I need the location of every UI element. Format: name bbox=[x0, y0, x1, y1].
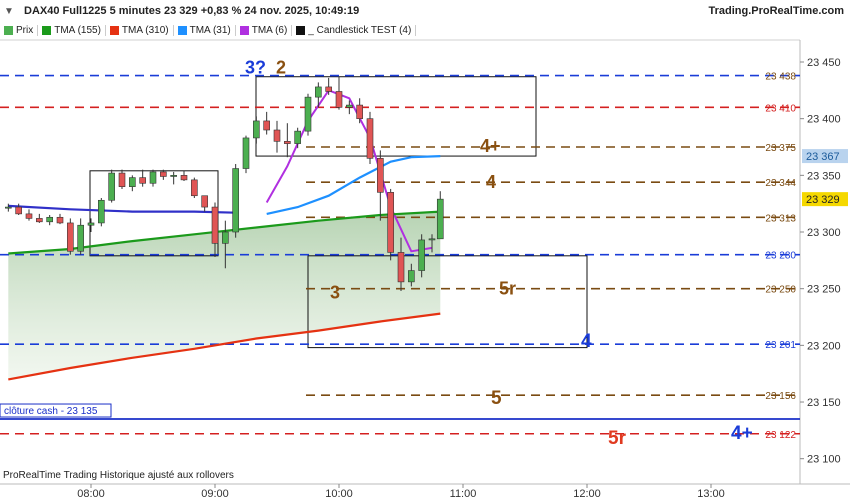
wave-label: 5 bbox=[491, 388, 502, 409]
candle-body bbox=[211, 206, 219, 244]
level-label: 23 410 bbox=[765, 103, 796, 114]
price-chart[interactable]: 23 43823 41023 37523 34423 31323 28023 2… bbox=[0, 0, 850, 500]
candle-body bbox=[160, 171, 167, 177]
candle-body bbox=[5, 206, 12, 209]
wave-label: 5r bbox=[608, 428, 627, 449]
x-tick-label: 09:00 bbox=[201, 488, 229, 500]
level-label: 23 156 bbox=[765, 391, 796, 402]
candle-body bbox=[356, 104, 363, 119]
candle-body bbox=[232, 168, 239, 233]
close-cash-label: clôture cash - 23 135 bbox=[4, 406, 98, 417]
candle-body bbox=[25, 213, 33, 219]
y-tick-label: 23 350 bbox=[807, 170, 841, 182]
candle-body bbox=[325, 86, 332, 92]
y-tick-label: 23 250 bbox=[807, 284, 841, 296]
candle-body bbox=[294, 130, 301, 144]
x-tick-label: 11:00 bbox=[450, 488, 477, 500]
x-tick-label: 12:00 bbox=[573, 488, 601, 500]
candle-body bbox=[98, 199, 105, 224]
level-label: 23 280 bbox=[765, 251, 796, 262]
candle-body bbox=[36, 218, 43, 223]
wave-label: 2 bbox=[276, 58, 286, 78]
candle-body bbox=[335, 91, 343, 108]
wave-label: 3 bbox=[330, 283, 340, 303]
wave-label: 3? bbox=[245, 58, 266, 78]
wave-label: 4+ bbox=[731, 423, 753, 444]
y-tick-label: 23 150 bbox=[807, 397, 841, 409]
candle-body bbox=[118, 172, 126, 187]
candle-body bbox=[67, 222, 74, 252]
candle-body bbox=[108, 172, 115, 201]
x-tick-label: 13:00 bbox=[697, 488, 725, 500]
candle-body bbox=[56, 216, 64, 224]
last-value-label: 23 367 bbox=[806, 151, 840, 163]
level-label: 23 122 bbox=[765, 430, 796, 441]
candle-body bbox=[273, 129, 281, 142]
candle-body bbox=[428, 238, 436, 241]
candle-body bbox=[191, 179, 198, 197]
candle-body bbox=[129, 177, 136, 187]
candle-body bbox=[387, 192, 394, 253]
wave-label: 5r bbox=[499, 279, 516, 299]
candle-body bbox=[180, 175, 188, 181]
candle-body bbox=[397, 252, 405, 283]
level-label: 23 313 bbox=[765, 213, 796, 224]
last-value-label: 23 329 bbox=[806, 194, 840, 206]
y-tick-label: 23 300 bbox=[807, 227, 841, 239]
level-label: 23 438 bbox=[765, 72, 796, 83]
y-tick-label: 23 400 bbox=[807, 114, 841, 126]
level-label: 23 250 bbox=[765, 285, 796, 296]
candle-body bbox=[263, 120, 270, 131]
candle-body bbox=[418, 239, 425, 271]
wave-label: 4 bbox=[581, 331, 592, 352]
candle-body bbox=[15, 206, 22, 215]
footer-source: ProRealTime Trading Historique ajusté au… bbox=[3, 470, 234, 481]
wave-label: 4+ bbox=[480, 136, 501, 156]
candle-body bbox=[170, 175, 177, 177]
level-label: 23 344 bbox=[765, 178, 796, 189]
candle-body bbox=[201, 195, 208, 208]
level-label: 23 375 bbox=[765, 143, 796, 154]
level-label: 23 201 bbox=[765, 340, 796, 351]
candle-body bbox=[149, 171, 157, 184]
candle-body bbox=[346, 104, 353, 108]
candle-body bbox=[377, 158, 384, 193]
candle-body bbox=[304, 96, 312, 132]
candle-body bbox=[315, 86, 322, 98]
candle-body bbox=[77, 224, 84, 252]
y-tick-label: 23 200 bbox=[807, 340, 841, 352]
wave-label: 4 bbox=[486, 172, 496, 192]
y-tick-label: 23 450 bbox=[807, 57, 841, 69]
candle-body bbox=[46, 216, 53, 223]
ma-line bbox=[266, 155, 441, 215]
candle-body bbox=[436, 198, 444, 240]
x-tick-label: 10:00 bbox=[325, 488, 353, 500]
candle-body bbox=[253, 120, 260, 139]
y-tick-label: 23 100 bbox=[807, 454, 841, 466]
x-tick-label: 08:00 bbox=[77, 488, 105, 500]
candle-body bbox=[366, 118, 374, 159]
candle-body bbox=[408, 270, 415, 283]
candle-body bbox=[87, 222, 95, 226]
candle-body bbox=[222, 231, 229, 244]
candle-body bbox=[284, 141, 291, 144]
candle-body bbox=[139, 177, 146, 184]
candle-body bbox=[242, 137, 250, 169]
